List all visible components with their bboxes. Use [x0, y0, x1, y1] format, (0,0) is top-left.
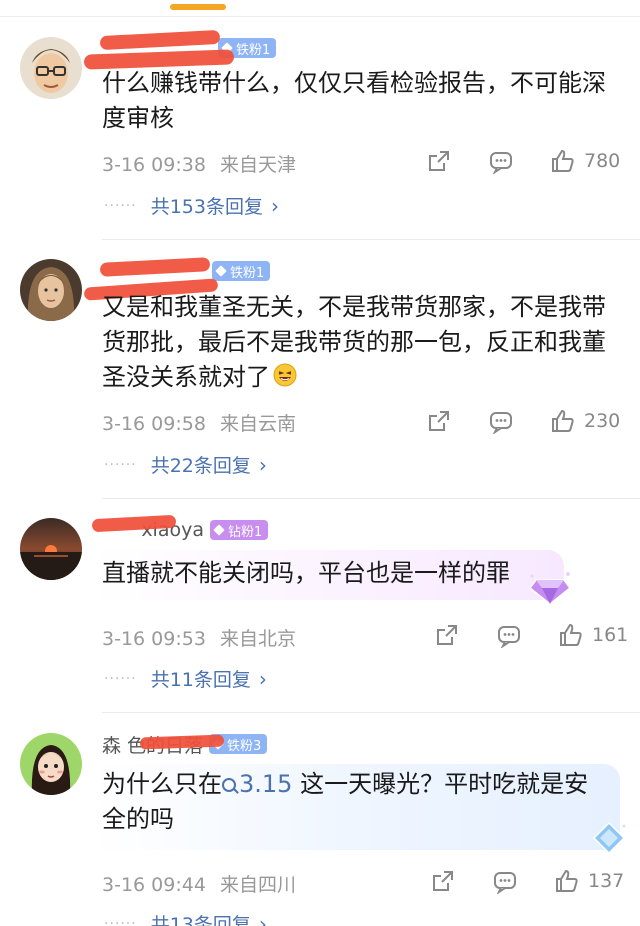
dots-decoration: ······	[104, 670, 137, 687]
thumbs-up-icon	[560, 623, 582, 646]
fan-badge[interactable]: 钻粉1	[210, 520, 269, 540]
comment-text-segment: 为什么只在	[102, 770, 222, 798]
diamond-decoration-icon	[590, 820, 628, 860]
like-button[interactable]: 230	[550, 408, 620, 434]
share-button[interactable]	[426, 408, 452, 434]
comment-meta: 3-16 09:44 来自四川	[102, 870, 296, 897]
avatar[interactable]	[20, 37, 82, 99]
timestamp: 3-16 09:53	[102, 628, 206, 650]
comment-button[interactable]	[488, 148, 514, 174]
chevron-right-icon: ›	[258, 911, 267, 926]
comment-text-line: 全的吗	[102, 805, 174, 833]
comment-text-line: 圣没关系就对了	[102, 363, 270, 391]
like-count: 780	[584, 150, 621, 172]
share-button[interactable]	[426, 148, 452, 174]
badge-label: 铁粉1	[236, 42, 271, 58]
thumbs-up-icon	[552, 409, 574, 432]
divider	[0, 16, 640, 17]
comment-text-line: 什么赚钱带什么，仅仅只看检验报告，不可能深	[102, 69, 606, 97]
topic-link[interactable]: 3.15	[222, 770, 292, 798]
comment-text-line: 度审核	[102, 104, 174, 132]
badge-label: 铁粉1	[230, 265, 265, 281]
dots-decoration: ······	[104, 197, 137, 214]
comment-button[interactable]	[488, 408, 514, 434]
chevron-right-icon: ›	[258, 452, 267, 477]
location: 来自四川	[219, 874, 296, 896]
thumbs-up-icon	[556, 869, 578, 892]
like-button[interactable]: 780	[550, 148, 620, 174]
comment-meta: 3-16 09:53 来自北京	[102, 624, 296, 651]
thumbs-up-icon	[552, 149, 574, 172]
avatar[interactable]	[20, 259, 82, 321]
fan-badge[interactable]: 铁粉1	[212, 261, 271, 281]
share-button[interactable]	[430, 868, 456, 894]
timestamp: 3-16 09:58	[102, 413, 206, 435]
reply-count: 共22条回复	[150, 455, 251, 477]
comment-button[interactable]	[492, 868, 518, 894]
avatar[interactable]	[20, 518, 82, 580]
divider	[102, 239, 640, 240]
reply-count: 共153条回复	[150, 196, 263, 218]
comment-button[interactable]	[496, 622, 522, 648]
like-button[interactable]: 137	[554, 868, 624, 894]
location: 来自天津	[219, 154, 296, 176]
man-with-glasses-avatar	[20, 37, 82, 99]
avatar[interactable]	[20, 733, 82, 795]
view-replies-link[interactable]: ······ 共11条回复 ›	[104, 665, 267, 692]
tab-indicator	[170, 4, 226, 10]
view-replies-link[interactable]: ······ 共13条回复 ›	[104, 910, 267, 926]
comment-icon	[494, 872, 516, 894]
sunset-avatar	[20, 518, 82, 580]
timestamp: 3-16 09:44	[102, 874, 206, 896]
location: 来自北京	[219, 628, 296, 650]
like-count: 161	[592, 624, 629, 646]
comment-meta: 3-16 09:38 来自天津	[102, 150, 296, 177]
share-button[interactable]	[434, 622, 460, 648]
diamond-icon	[213, 524, 225, 536]
share-icon	[437, 625, 457, 645]
comment-icon	[490, 152, 512, 174]
comment-text: 什么赚钱带什么，仅仅只看检验报告，不可能深 度审核	[102, 66, 622, 136]
search-icon	[222, 778, 236, 792]
comment-meta: 3-16 09:58 来自云南	[102, 409, 296, 436]
cartoon-girl-avatar	[20, 733, 82, 795]
topic-label: 3.15	[239, 770, 293, 798]
dots-decoration: ······	[104, 915, 137, 926]
badge-label: 铁粉3	[227, 738, 262, 754]
share-icon	[433, 871, 453, 891]
badge-label: 钻粉1	[228, 524, 263, 540]
like-count: 230	[584, 410, 621, 432]
divider	[102, 712, 640, 713]
like-count: 137	[588, 870, 625, 892]
comment-icon	[498, 626, 520, 648]
chevron-right-icon: ›	[258, 666, 267, 691]
diamond-decoration-icon	[528, 568, 572, 610]
divider	[102, 498, 640, 499]
location: 来自云南	[219, 413, 296, 435]
share-icon	[429, 151, 449, 171]
like-button[interactable]: 161	[558, 622, 628, 648]
timestamp: 3-16 09:38	[102, 154, 206, 176]
laughing-emoji-icon	[272, 362, 298, 398]
comment-text: 又是和我董圣无关，不是我带货那家，不是我带 货那批，最后不是我带货的那一包，反正…	[102, 290, 622, 398]
dots-decoration: ······	[104, 456, 137, 473]
reply-count: 共11条回复	[150, 669, 251, 691]
chevron-right-icon: ›	[270, 193, 279, 218]
comment-text: 为什么只在 3.15 这一天曝光？平时吃就是安 全的吗	[102, 767, 622, 837]
reply-count: 共13条回复	[150, 914, 251, 926]
long-hair-person-avatar	[20, 259, 82, 321]
diamond-icon	[215, 265, 227, 277]
view-replies-link[interactable]: ······ 共22条回复 ›	[104, 451, 267, 478]
comment-text-line: 货那批，最后不是我带货的那一包，反正和我董	[102, 328, 606, 356]
comment-text-segment: 这一天曝光？平时吃就是安	[300, 770, 589, 798]
comment-text-line: 又是和我董圣无关，不是我带货那家，不是我带	[102, 293, 606, 321]
view-replies-link[interactable]: ······ 共153条回复 ›	[104, 192, 279, 219]
share-icon	[429, 411, 449, 431]
comment-icon	[490, 412, 512, 434]
